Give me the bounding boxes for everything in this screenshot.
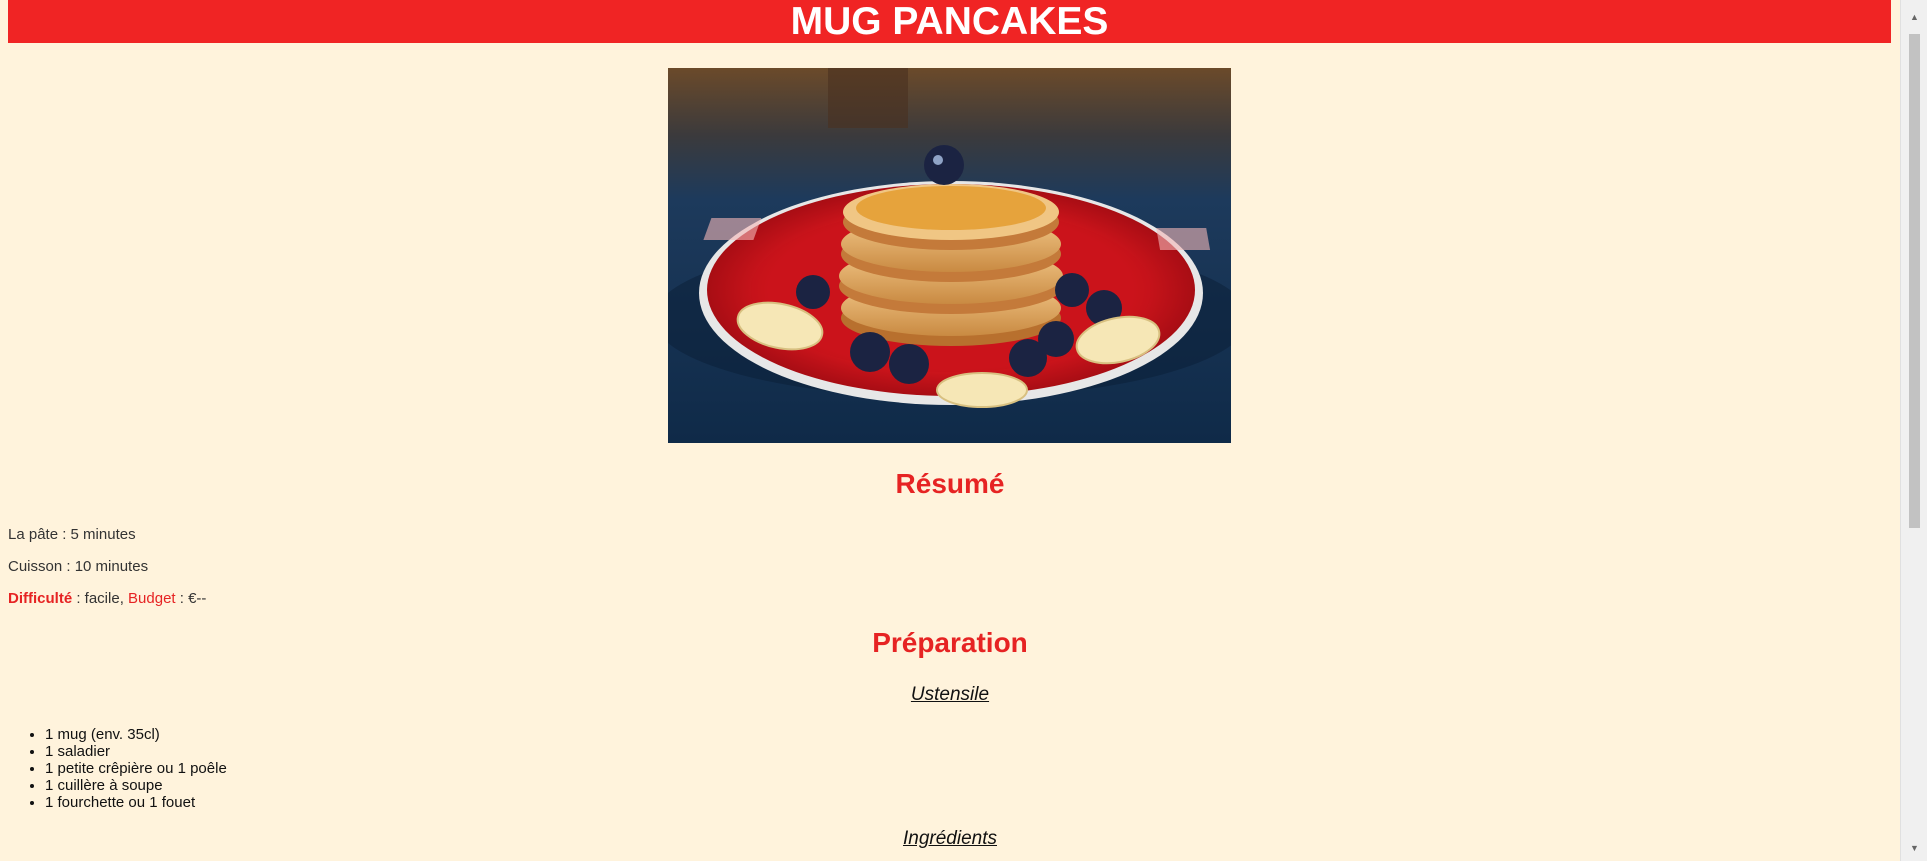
pancake-photo	[668, 68, 1231, 443]
vertical-scrollbar[interactable]: ▲ ▼	[1900, 0, 1927, 861]
list-item: 1 fourchette ou 1 fouet	[45, 794, 227, 811]
scroll-up-arrow-icon[interactable]: ▲	[1901, 8, 1927, 26]
summary-heading: Résumé	[895, 468, 1005, 499]
title-banner: MUG PANCAKES	[8, 0, 1891, 43]
tools-heading: Ustensile	[910, 684, 990, 705]
ingredients-heading: Ingrédients	[902, 828, 997, 849]
difficulty-budget: Difficulté : facile, Budget : €--	[8, 590, 206, 607]
budget-value: : €--	[175, 590, 207, 607]
preparation-heading: Préparation	[872, 627, 1028, 658]
list-item: 1 petite crêpière ou 1 poêle	[45, 760, 227, 777]
difficulty-label: Difficulté	[8, 590, 73, 607]
recipe-page: MUG PANCAKES Résumé La pâte: 5 minutes …	[0, 0, 1900, 861]
scroll-thumb[interactable]	[1909, 34, 1920, 528]
page-title: MUG PANCAKES	[790, 0, 1109, 43]
list-item: 1 mug (env. 35cl)	[45, 726, 227, 743]
list-item: 1 cuillère à soupe	[45, 777, 227, 794]
cook-time: Cuisson : 10 minutes	[8, 558, 149, 575]
scroll-down-arrow-icon[interactable]: ▼	[1901, 839, 1927, 857]
tools-list: 1 mug (env. 35cl) 1 saladier 1 petite cr…	[8, 726, 227, 811]
budget-label: Budget	[128, 590, 176, 607]
prep-time: La pâte : 5 minutes	[8, 526, 136, 543]
difficulty-value: : facile,	[72, 590, 129, 607]
list-item: 1 saladier	[45, 743, 227, 760]
